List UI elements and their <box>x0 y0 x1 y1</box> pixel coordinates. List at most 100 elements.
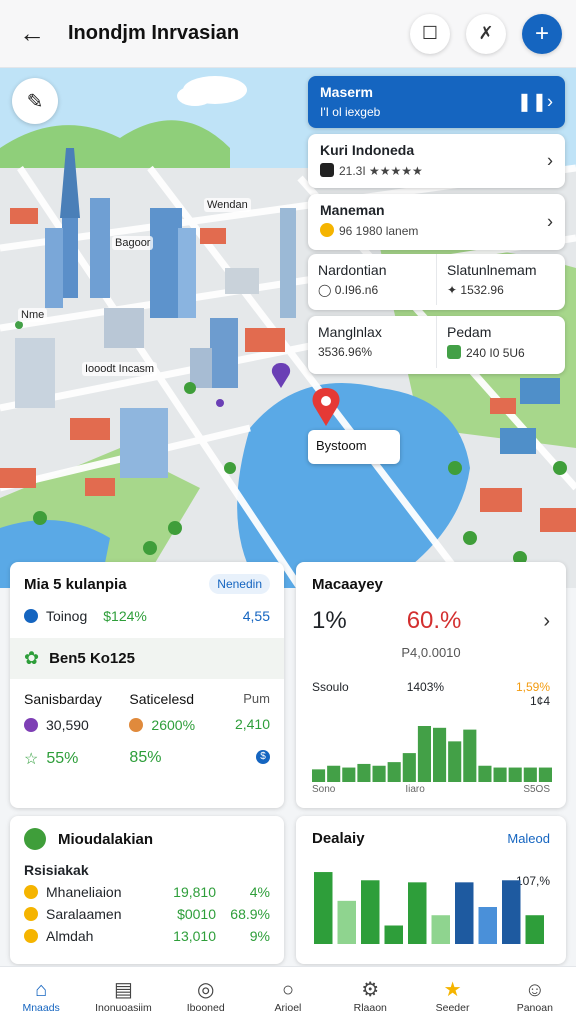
column-title: Pum <box>243 691 270 706</box>
edit-pen-icon-button[interactable]: ✎ <box>12 78 58 124</box>
chart-bar <box>433 727 447 782</box>
column-pct: 55% <box>46 750 79 767</box>
coin-icon <box>24 718 38 732</box>
star-icon: ★ <box>443 978 462 1001</box>
card-title: Macaayey <box>312 576 383 593</box>
list-item-label: Mhaneliaion <box>46 884 122 900</box>
overlay-split-value: 1532.96 <box>460 283 504 297</box>
summary-card[interactable]: Mia 5 kulanpia Nenedin Toinog $124% 4,55… <box>10 562 284 808</box>
nav-item[interactable]: ☺ Panoan <box>494 967 576 1024</box>
list-item-value: 13,010 <box>173 928 216 944</box>
list-item-label: Almdah <box>46 928 94 944</box>
metric-subtitle: P4,0.0010 <box>401 645 461 660</box>
chart-bar <box>357 763 371 782</box>
chart-column-label: 1,59% <box>515 680 550 694</box>
overlay-split-value: 3536.96% <box>318 345 373 359</box>
nav-label: Panoan <box>516 1001 553 1014</box>
app-header: ← Inondjm Inrvasian ☐ ✗ + <box>0 0 576 68</box>
list-card[interactable]: Mioudalakian Rsisiakak Mhaneliaion 19,810… <box>10 816 284 964</box>
nav-item[interactable]: ★ Seeder <box>411 967 493 1024</box>
overlay-split-title: Manglnlax <box>318 324 382 340</box>
overlay-split-title: Pedam <box>447 324 492 340</box>
column-title: Sanisbarday <box>24 691 102 707</box>
info-icon <box>24 609 38 623</box>
leaf-icon <box>447 345 461 359</box>
map-label: Iooodt Incasm <box>82 362 158 376</box>
metrics-card[interactable]: Macaayey 1% 60.% › P4,0.0010 Ssoulo 1403… <box>296 562 566 808</box>
chart-bar <box>431 915 450 944</box>
chart-bar <box>387 762 401 782</box>
home-icon: ⌂ <box>35 978 48 1001</box>
add-button[interactable]: + <box>522 13 562 54</box>
chart-bar <box>455 882 474 944</box>
list-item[interactable]: Saralaamen $0010 68.9% <box>24 906 270 922</box>
column-value: 2,410 <box>234 716 270 732</box>
list-item-pct: 9% <box>249 928 270 944</box>
column-title: Saticelesd <box>129 691 195 707</box>
x-axis-label: Iiaro <box>405 784 425 795</box>
overlay-item-card[interactable]: Kuri Indoneda 21.3I ★★★★★ › <box>308 134 565 188</box>
list-item-pct: 4% <box>249 884 270 900</box>
chart-bar <box>372 765 386 782</box>
pin-popup[interactable]: Bystoom <box>308 430 400 464</box>
chart-bar <box>337 900 356 944</box>
city-map[interactable]: ✎ Wendan Bagoor Nme Iooodt Incasm Bystoo… <box>0 68 576 588</box>
list-item[interactable]: Almdah 13,010 9% <box>24 928 270 944</box>
overlay-split-card: Nardontian ◯ 0.I96.n6 Slatunlnemam ✦ 153… <box>308 254 565 310</box>
nav-item[interactable]: ⌂ Mnaads <box>0 967 82 1024</box>
column-pct: 85% <box>129 749 162 766</box>
chart-bar <box>342 767 356 782</box>
map-label: Nme <box>18 308 48 322</box>
coin-icon <box>129 718 144 732</box>
nav-label: Inonuoasiim <box>95 1001 152 1014</box>
nav-item[interactable]: ▤ Inonuoasiim <box>82 967 164 1024</box>
overlay-header-card[interactable]: Maserm I'I ol iexgeb ❚❚› <box>308 76 565 128</box>
column-value: 2600% <box>151 717 196 733</box>
app-icon <box>320 163 334 177</box>
row-right-value: 4,55 <box>242 608 270 624</box>
list-item-value: $0010 <box>177 906 216 922</box>
chart-bar <box>463 729 477 782</box>
pause-chevron-icon[interactable]: ❚❚› <box>517 92 553 113</box>
overlay-item-card[interactable]: Maneman 96 1980 lanem › <box>308 194 565 250</box>
chart-bar <box>523 767 537 782</box>
bar-chart <box>312 726 552 782</box>
nav-label: Ibooned <box>186 1001 225 1014</box>
overlay-split-title: Nardontian <box>318 262 387 278</box>
share-icon-button[interactable]: ✗ <box>466 13 506 54</box>
section-subtitle: Rsisiakak <box>24 862 89 878</box>
dollar-icon: $ <box>256 750 270 764</box>
badge-icon <box>320 223 334 237</box>
bar-chart <box>314 872 544 944</box>
nav-item[interactable]: ⚙ Rlaaon <box>329 967 411 1024</box>
chart-bar <box>402 753 416 782</box>
coin-icon <box>24 929 38 943</box>
circle-icon: ○ <box>281 978 295 1001</box>
status-badge: Nenedin <box>209 574 270 594</box>
chevron-right-icon[interactable]: › <box>547 212 553 233</box>
back-arrow-icon[interactable]: ← <box>14 16 50 52</box>
chevron-right-icon[interactable]: › <box>543 610 550 633</box>
overlay-item-subtitle: 96 1980 lanem <box>339 224 419 238</box>
nav-label: Seeder <box>435 1001 470 1014</box>
chart-bar <box>502 880 521 944</box>
big-metric: 60.% <box>406 607 462 634</box>
card-title: Dealaiy <box>312 830 365 847</box>
leaf-icon: ✿ <box>24 648 40 668</box>
list-item[interactable]: Mhaneliaion 19,810 4% <box>24 884 270 900</box>
clipboard-icon-button[interactable]: ☐ <box>410 13 450 54</box>
card-title: Mioudalakian <box>58 830 154 848</box>
chart-bar <box>417 726 431 782</box>
chart-card[interactable]: Dealaiy Maleod 107,% <box>296 816 566 964</box>
coin-icon <box>24 885 38 899</box>
chart-column-label: Ssoulo <box>312 680 349 694</box>
list-item-label: Saralaamen <box>46 906 122 922</box>
nav-item[interactable]: ○ Arioel <box>247 967 329 1024</box>
nav-item[interactable]: ◎ Ibooned <box>165 967 247 1024</box>
overlay-split-value: 0.I96.n6 <box>334 283 379 297</box>
chevron-right-icon[interactable]: › <box>547 151 553 172</box>
list-item-value: 19,810 <box>173 884 216 900</box>
chart-bar <box>508 767 522 782</box>
card-link[interactable]: Maleod <box>507 831 550 846</box>
big-metric: 1% <box>312 607 347 634</box>
